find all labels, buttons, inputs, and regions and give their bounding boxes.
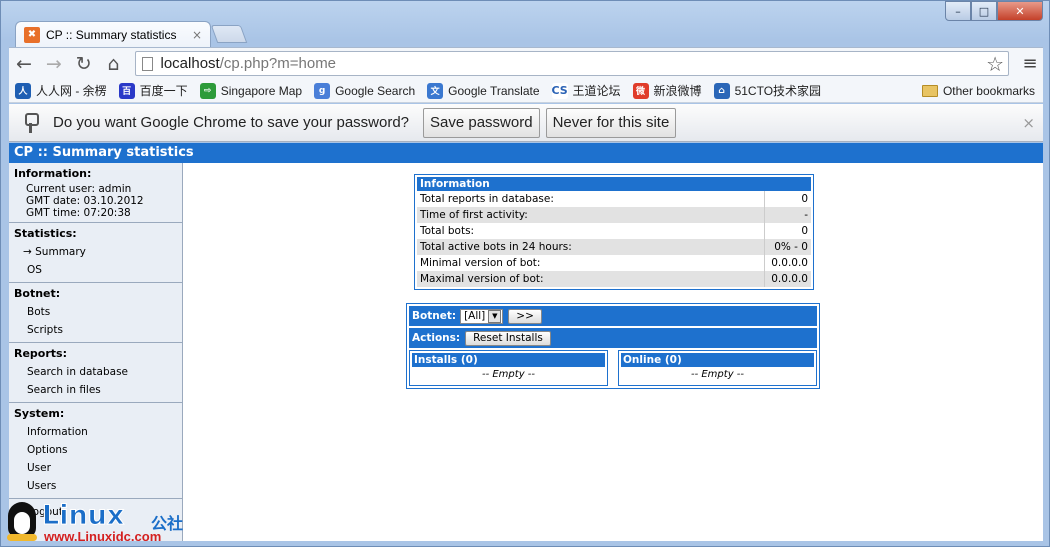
browser-toolbar: ← → ↻ ⌂ localhost /cp.php?m=home ☆ ≡ bbox=[9, 47, 1043, 79]
translate-icon: 文 bbox=[427, 82, 444, 99]
home-icon[interactable]: ⌂ bbox=[99, 50, 129, 78]
main-content: Information Total reports in database: 0… bbox=[183, 163, 1043, 541]
botnet-select[interactable]: [All] ▼ bbox=[460, 308, 504, 324]
information-table: Information Total reports in database: 0… bbox=[414, 174, 814, 290]
infobar-close-icon[interactable]: × bbox=[1022, 114, 1035, 132]
cs-icon: CS bbox=[551, 82, 568, 99]
save-password-infobar: Do you want Google Chrome to save your p… bbox=[9, 104, 1043, 142]
sidebar-item-bots[interactable]: Bots bbox=[9, 303, 182, 321]
sidebar-item-search-database[interactable]: Search in database bbox=[9, 363, 182, 381]
online-panel: Online (0) -- Empty -- bbox=[618, 350, 817, 386]
sidebar-item-users[interactable]: Users bbox=[9, 477, 182, 495]
forward-icon[interactable]: → bbox=[39, 50, 69, 78]
folder-icon bbox=[921, 84, 938, 97]
page-icon bbox=[141, 56, 153, 71]
actions-bar: Actions: Reset Installs bbox=[409, 328, 817, 348]
baidu-icon: 百 bbox=[118, 82, 135, 99]
bookmark-google-translate[interactable]: 文 Google Translate bbox=[427, 82, 540, 99]
reload-icon[interactable]: ↻ bbox=[69, 50, 99, 78]
map-icon: ⇨ bbox=[199, 82, 216, 99]
sidebar-item-information[interactable]: Information bbox=[9, 423, 182, 441]
sidebar-section-system: System: Information Options User Users bbox=[9, 403, 182, 499]
bookmark-star-icon[interactable]: ☆ bbox=[986, 52, 1004, 76]
watermark-title: Linux bbox=[41, 500, 125, 532]
installs-title: Installs (0) bbox=[412, 353, 605, 367]
google-search-icon: g bbox=[314, 82, 331, 99]
table-row: Total bots: 0 bbox=[417, 223, 811, 239]
maximize-button[interactable]: □ bbox=[971, 1, 997, 21]
bookmark-baidu[interactable]: 百 百度一下 bbox=[118, 82, 188, 99]
installs-empty: -- Empty -- bbox=[481, 369, 536, 380]
bookmark-51cto[interactable]: ⌂ 51CTO技术家园 bbox=[713, 82, 821, 99]
xampp-icon: ✖ bbox=[24, 26, 40, 43]
tab-strip: ✖ CP :: Summary statistics × – □ ✕ bbox=[1, 1, 1049, 47]
reset-installs-button[interactable]: Reset Installs bbox=[465, 330, 551, 346]
watermark-url: www.Linuxidc.com bbox=[44, 529, 162, 544]
sidebar-item-summary[interactable]: Summary bbox=[9, 243, 182, 261]
actions-label: Actions: bbox=[412, 332, 461, 344]
address-bar[interactable]: localhost /cp.php?m=home ☆ bbox=[134, 51, 1010, 76]
weibo-icon: 微 bbox=[632, 82, 649, 99]
sidebar-section-information: Information: Current user: admin GMT dat… bbox=[9, 163, 182, 223]
bookmarks-bar: 人 人人网 - 余楞 百 百度一下 ⇨ Singapore Map g Goog… bbox=[9, 79, 1043, 103]
table-row: Minimal version of bot: 0.0.0.0 bbox=[417, 255, 811, 271]
table-row: Time of first activity: - bbox=[417, 207, 811, 223]
online-title: Online (0) bbox=[621, 353, 814, 367]
gmt-time: GMT time: 07:20:38 bbox=[26, 207, 131, 219]
key-icon bbox=[23, 112, 39, 133]
tux-penguin-icon bbox=[4, 498, 40, 542]
sidebar-section-statistics: Statistics: Summary OS bbox=[9, 223, 182, 283]
51cto-icon: ⌂ bbox=[713, 82, 730, 99]
current-user: Current user: admin bbox=[26, 183, 132, 195]
close-window-button[interactable]: ✕ bbox=[997, 1, 1043, 21]
new-tab-button[interactable] bbox=[210, 25, 248, 43]
url-path: /cp.php?m=home bbox=[219, 55, 337, 72]
sidebar-item-scripts[interactable]: Scripts bbox=[9, 321, 182, 339]
botnet-label: Botnet: bbox=[412, 310, 457, 322]
botnet-filter-bar: Botnet: [All] ▼ >> bbox=[409, 306, 817, 326]
information-table-title: Information bbox=[417, 177, 811, 191]
renren-icon: 人 bbox=[15, 82, 31, 99]
sidebar-item-options[interactable]: Options bbox=[9, 441, 182, 459]
bookmark-renren[interactable]: 人 人人网 - 余楞 bbox=[15, 82, 107, 99]
linuxidc-watermark: Linux 公社 www.Linuxidc.com bbox=[4, 498, 204, 544]
minimize-button[interactable]: – bbox=[945, 1, 971, 21]
chevron-down-icon: ▼ bbox=[488, 309, 502, 323]
chrome-menu-icon[interactable]: ≡ bbox=[1017, 53, 1043, 74]
page-title: CP :: Summary statistics bbox=[9, 143, 1043, 163]
sidebar-section-reports: Reports: Search in database Search in fi… bbox=[9, 343, 182, 403]
gmt-date: GMT date: 03.10.2012 bbox=[26, 195, 144, 207]
page-viewport: CP :: Summary statistics Information: Cu… bbox=[9, 143, 1043, 541]
other-bookmarks[interactable]: Other bookmarks bbox=[921, 84, 1035, 98]
table-row: Total reports in database: 0 bbox=[417, 191, 811, 207]
tab-title: CP :: Summary statistics bbox=[46, 27, 177, 42]
table-row: Total active bots in 24 hours: 0% - 0 bbox=[417, 239, 811, 255]
never-save-button[interactable]: Never for this site bbox=[545, 107, 677, 138]
bookmark-wangdao[interactable]: CS 王道论坛 bbox=[551, 82, 621, 99]
infobar-message: Do you want Google Chrome to save your p… bbox=[53, 114, 410, 131]
online-empty: -- Empty -- bbox=[690, 369, 745, 380]
botnet-go-button[interactable]: >> bbox=[508, 308, 542, 324]
bookmark-google-search[interactable]: g Google Search bbox=[314, 82, 415, 99]
sidebar: Information: Current user: admin GMT dat… bbox=[9, 163, 183, 541]
browser-window: ✖ CP :: Summary statistics × – □ ✕ ← → ↻… bbox=[0, 0, 1050, 547]
sidebar-section-botnet: Botnet: Bots Scripts bbox=[9, 283, 182, 343]
save-password-button[interactable]: Save password bbox=[423, 107, 540, 138]
tab-close-icon[interactable]: × bbox=[190, 28, 204, 42]
sidebar-item-user[interactable]: User bbox=[9, 459, 182, 477]
table-row: Maximal version of bot: 0.0.0.0 bbox=[417, 271, 811, 287]
stats-panels: Installs (0) -- Empty -- Online (0) -- E… bbox=[409, 350, 817, 386]
tab-active[interactable]: ✖ CP :: Summary statistics × bbox=[15, 21, 211, 47]
botnet-panel: Botnet: [All] ▼ >> Actions: Reset Instal… bbox=[406, 303, 820, 389]
installs-panel: Installs (0) -- Empty -- bbox=[409, 350, 608, 386]
bookmark-weibo[interactable]: 微 新浪微博 bbox=[632, 82, 702, 99]
sidebar-item-os[interactable]: OS bbox=[9, 261, 182, 279]
sidebar-item-search-files[interactable]: Search in files bbox=[9, 381, 182, 399]
bookmark-singapore-map[interactable]: ⇨ Singapore Map bbox=[199, 82, 302, 99]
back-icon[interactable]: ← bbox=[9, 50, 39, 78]
url-host: localhost bbox=[160, 55, 220, 72]
